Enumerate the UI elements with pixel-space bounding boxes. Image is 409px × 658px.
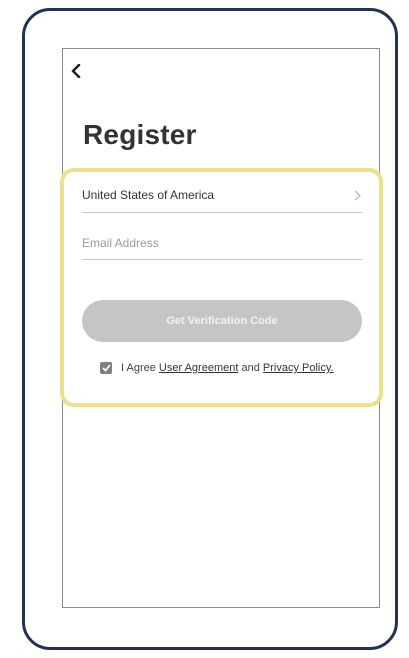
agreement-row: I Agree User Agreement and Privacy Polic… xyxy=(100,362,334,374)
page-title: Register xyxy=(83,119,197,150)
privacy-policy-link[interactable]: Privacy Policy. xyxy=(263,362,334,374)
back-button[interactable] xyxy=(68,63,84,83)
country-value: United States of America xyxy=(82,188,215,202)
agreement-checkbox[interactable] xyxy=(100,362,112,374)
chevron-right-icon xyxy=(352,189,362,201)
chevron-left-icon xyxy=(71,63,81,83)
user-agreement-link[interactable]: User Agreement xyxy=(159,362,238,374)
get-verification-code-button[interactable]: Get Verification Code xyxy=(82,300,362,342)
agreement-conjunction: and xyxy=(241,362,260,374)
agreement-prefix: I Agree xyxy=(121,362,156,374)
check-icon xyxy=(101,364,111,372)
country-selector[interactable]: United States of America xyxy=(82,178,362,213)
email-field[interactable] xyxy=(82,226,362,260)
